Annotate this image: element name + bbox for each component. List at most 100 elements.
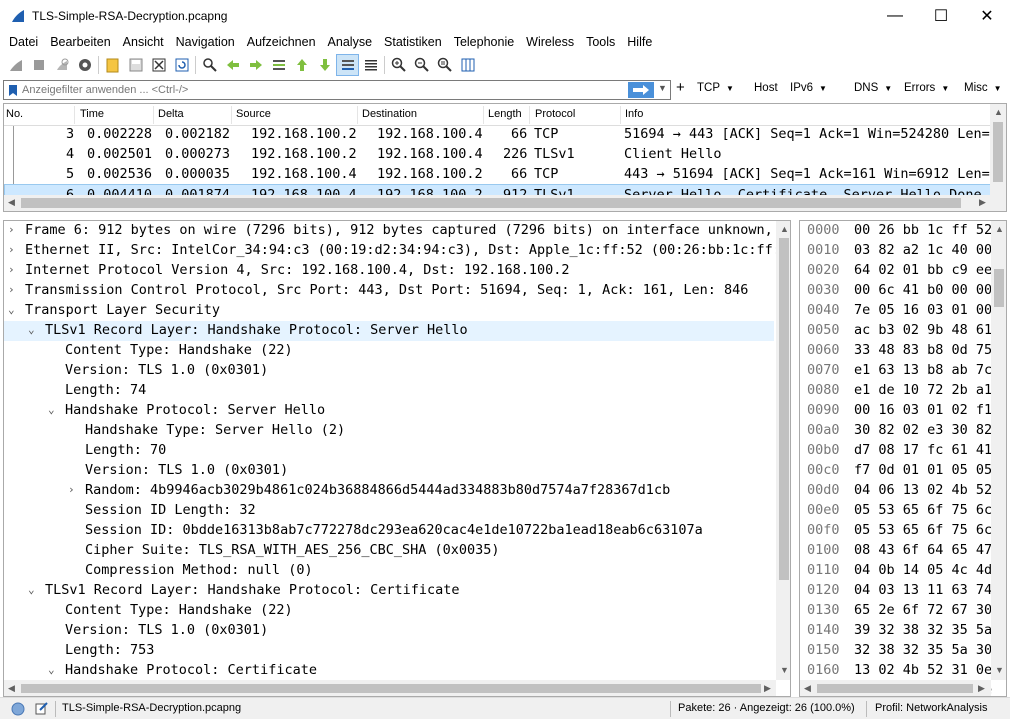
- scroll-up-icon[interactable]: ▲: [780, 224, 789, 234]
- restart-icon[interactable]: [50, 54, 73, 76]
- menu-analyse[interactable]: Analyse: [322, 35, 378, 49]
- scroll-thumb[interactable]: [21, 684, 761, 693]
- hex-bytes[interactable]: d7 08 17 fc 61 41: [854, 442, 992, 458]
- scroll-down-icon[interactable]: ▼: [995, 665, 1004, 675]
- hex-bytes[interactable]: 05 53 65 6f 75 6c: [854, 522, 992, 538]
- scroll-thumb[interactable]: [21, 198, 961, 208]
- scroll-right-icon[interactable]: ▶: [979, 197, 986, 208]
- filter-button-dns[interactable]: DNS ▼: [854, 82, 892, 94]
- status-profile[interactable]: Profil: NetworkAnalysis: [875, 702, 987, 714]
- save-icon[interactable]: [124, 54, 147, 76]
- menu-hilfe[interactable]: Hilfe: [621, 35, 658, 49]
- scroll-thumb[interactable]: [994, 269, 1004, 307]
- hex-bytes[interactable]: 00 26 bb 1c ff 52: [854, 222, 992, 238]
- detail-tree-item[interactable]: Session ID: 0bdde16313b8ab7c772278dc293e…: [4, 521, 774, 541]
- column-header-length[interactable]: Length: [488, 108, 522, 120]
- collapse-arrow-icon[interactable]: ⌄: [8, 303, 15, 316]
- detail-tree-item[interactable]: Version: TLS 1.0 (0x0301): [4, 461, 774, 481]
- packet-row[interactable]: 4 0.002501 0.000273 192.168.100.2 192.16…: [4, 144, 994, 164]
- column-header-protocol[interactable]: Protocol: [535, 108, 575, 120]
- menu-wireless[interactable]: Wireless: [520, 35, 580, 49]
- packet-details-pane[interactable]: › Frame 6: 912 bytes on wire (7296 bits),…: [3, 220, 791, 697]
- menu-tools[interactable]: Tools: [580, 35, 621, 49]
- menu-datei[interactable]: Datei: [3, 35, 44, 49]
- scroll-left-icon[interactable]: ◀: [804, 683, 811, 694]
- hex-bytes[interactable]: e1 63 13 b8 ab 7c: [854, 362, 992, 378]
- packet-row[interactable]: 3 0.002228 0.002182 192.168.100.2 192.16…: [4, 124, 998, 144]
- collapse-arrow-icon[interactable]: ⌄: [48, 403, 55, 416]
- hex-bytes[interactable]: 03 82 a2 1c 40 00: [854, 242, 992, 258]
- collapse-arrow-icon[interactable]: ⌄: [48, 663, 55, 676]
- hex-bytes[interactable]: 04 06 13 02 4b 52: [854, 482, 992, 498]
- detail-tree-item[interactable]: Version: TLS 1.0 (0x0301): [4, 361, 774, 381]
- zoom-out-icon[interactable]: [410, 54, 433, 76]
- filter-button-tcp[interactable]: TCP ▼: [697, 82, 734, 94]
- options-gear-icon[interactable]: [73, 54, 96, 76]
- scroll-left-icon[interactable]: ◀: [8, 683, 15, 694]
- detail-tree-item[interactable]: › Random: 4b9946acb3029b4861c024b36884866…: [4, 481, 774, 501]
- menu-telephonie[interactable]: Telephonie: [448, 35, 520, 49]
- packet-list-pane[interactable]: No. Time Delta Source Destination Length…: [3, 103, 1007, 212]
- hex-bytes[interactable]: 05 53 65 6f 75 6c: [854, 502, 992, 518]
- filter-history-dropdown-icon[interactable]: ▼: [658, 83, 667, 93]
- packet-bytes-pane[interactable]: 0000 00 26 bb 1c ff 52 0010 03 82 a2 1c 40 …: [799, 220, 1007, 697]
- hex-bytes[interactable]: 13 02 4b 52 31 0e: [854, 662, 992, 678]
- expand-arrow-icon[interactable]: ›: [8, 243, 15, 256]
- reload-icon[interactable]: [170, 54, 193, 76]
- find-icon[interactable]: [198, 54, 221, 76]
- shark-fin-icon[interactable]: [4, 54, 27, 76]
- hex-bytes[interactable]: 00 6c 41 b0 00 00: [854, 282, 992, 298]
- detail-tree-item[interactable]: ⌄ Transport Layer Security: [4, 301, 774, 321]
- go-to-packet-icon[interactable]: [267, 54, 290, 76]
- scroll-right-icon[interactable]: ▶: [764, 683, 771, 694]
- packet-list-horizontal-scrollbar[interactable]: ◀ ▶: [4, 195, 992, 211]
- column-header-no[interactable]: No.: [6, 108, 23, 120]
- detail-tree-item[interactable]: ⌄ Handshake Protocol: Server Hello: [4, 401, 774, 421]
- filter-button-host[interactable]: Host: [754, 82, 778, 94]
- open-folder-icon[interactable]: [101, 54, 124, 76]
- column-header-destination[interactable]: Destination: [362, 108, 417, 120]
- detail-tree-item[interactable]: › Ethernet II, Src: IntelCor_34:94:c3 (00…: [4, 241, 789, 261]
- hex-bytes[interactable]: 08 43 6f 64 65 47: [854, 542, 992, 558]
- detail-tree-item[interactable]: ⌄ TLSv1 Record Layer: Handshake Protocol:…: [4, 321, 774, 341]
- expand-arrow-icon[interactable]: ›: [8, 263, 15, 276]
- detail-tree-item[interactable]: Length: 753: [4, 641, 774, 661]
- hex-bytes[interactable]: f7 0d 01 01 05 05: [854, 462, 992, 478]
- detail-tree-item[interactable]: Compression Method: null (0): [4, 561, 774, 581]
- hex-bytes[interactable]: 04 0b 14 05 4c 4d: [854, 562, 992, 578]
- stop-icon[interactable]: [27, 54, 50, 76]
- detail-tree-item[interactable]: ⌄ TLSv1 Record Layer: Handshake Protocol:…: [4, 581, 774, 601]
- detail-tree-item[interactable]: ⌄ Handshake Protocol: Certificate: [4, 661, 774, 681]
- hex-bytes[interactable]: 7e 05 16 03 01 00: [854, 302, 992, 318]
- add-filter-button[interactable]: +: [676, 79, 685, 96]
- filter-button-misc[interactable]: Misc ▼: [964, 82, 1002, 94]
- scroll-left-icon[interactable]: ◀: [8, 197, 15, 208]
- menu-aufzeichnen[interactable]: Aufzeichnen: [241, 35, 322, 49]
- expert-info-icon[interactable]: [11, 702, 25, 716]
- detail-tree-item[interactable]: Content Type: Handshake (22): [4, 601, 774, 621]
- detail-tree-item[interactable]: Session ID Length: 32: [4, 501, 774, 521]
- collapse-arrow-icon[interactable]: ⌄: [28, 583, 35, 596]
- scroll-thumb[interactable]: [993, 122, 1003, 182]
- scroll-up-icon[interactable]: ▲: [995, 224, 1004, 234]
- column-header-info[interactable]: Info: [625, 108, 643, 120]
- detail-tree-item[interactable]: Length: 70: [4, 441, 774, 461]
- packet-list-vertical-scrollbar[interactable]: ▲: [990, 104, 1006, 211]
- forward-arrow-icon[interactable]: [244, 54, 267, 76]
- bookmark-icon[interactable]: [8, 84, 18, 97]
- hex-bytes[interactable]: e1 de 10 72 2b a1: [854, 382, 992, 398]
- column-header-delta[interactable]: Delta: [158, 108, 184, 120]
- hex-bytes[interactable]: 39 32 38 32 35 5a: [854, 622, 992, 638]
- maximize-button[interactable]: ☐: [918, 0, 964, 31]
- filter-button-ipv6[interactable]: IPv6 ▼: [790, 82, 827, 94]
- menu-statistiken[interactable]: Statistiken: [378, 35, 448, 49]
- colorize-icon[interactable]: [359, 54, 382, 76]
- hex-bytes[interactable]: 65 2e 6f 72 67 30: [854, 602, 992, 618]
- detail-tree-item[interactable]: Handshake Type: Server Hello (2): [4, 421, 774, 441]
- packet-row[interactable]: 5 0.002536 0.000035 192.168.100.4 192.16…: [4, 164, 998, 184]
- detail-tree-item[interactable]: › Internet Protocol Version 4, Src: 192.1…: [4, 261, 774, 281]
- menu-navigation[interactable]: Navigation: [170, 35, 241, 49]
- expand-arrow-icon[interactable]: ›: [68, 483, 75, 496]
- scroll-right-icon[interactable]: ▶: [978, 683, 985, 694]
- column-header-source[interactable]: Source: [236, 108, 271, 120]
